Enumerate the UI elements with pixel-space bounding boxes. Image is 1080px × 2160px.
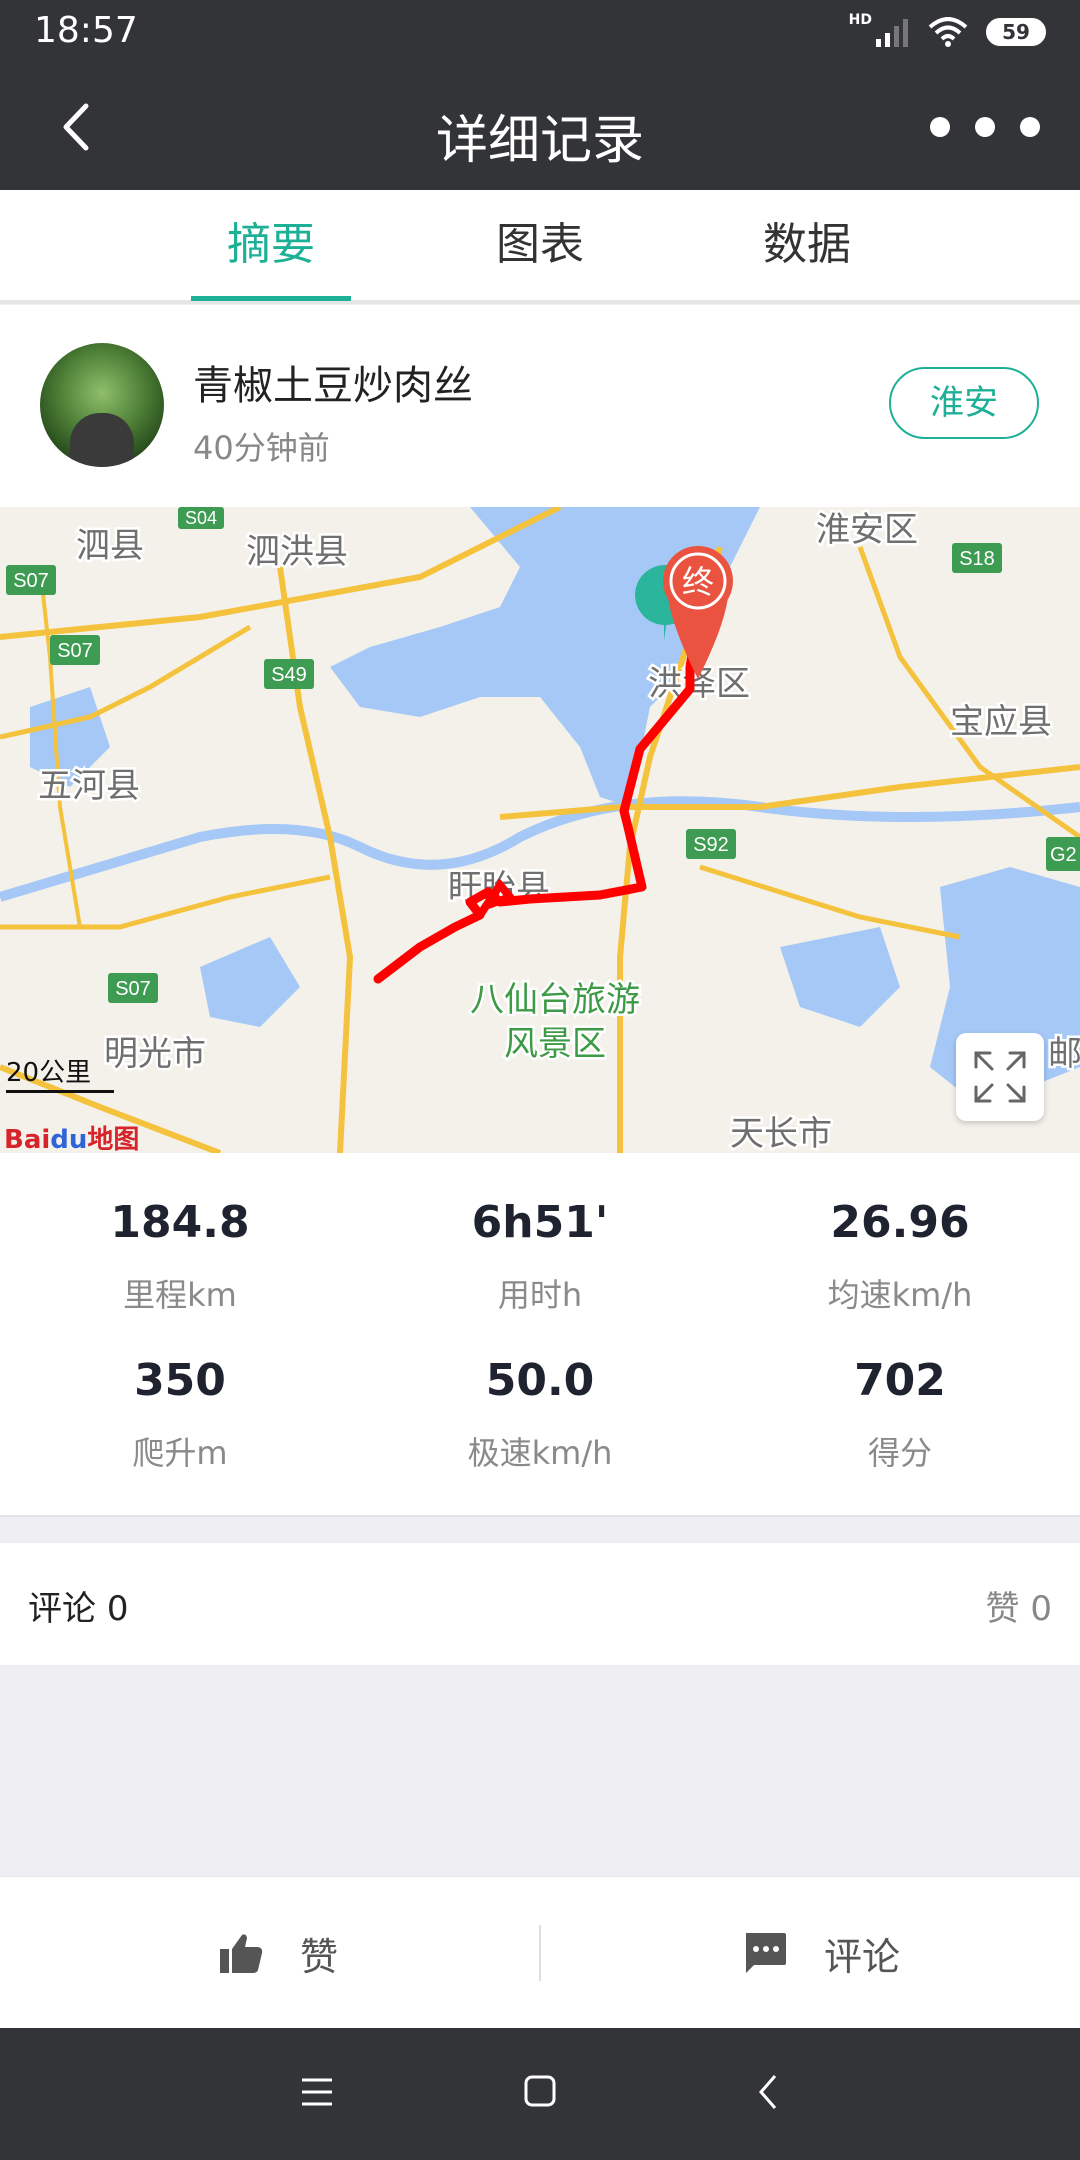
map-canvas: S04 S07 S07 S49 S18 S92 S07 G2 泗县 泗洪县 淮安… <box>0 507 1080 1153</box>
stat-value: 184.8 <box>110 1197 250 1248</box>
comment-button[interactable]: 评论 <box>742 1925 900 1981</box>
stat-value: 50.0 <box>485 1355 595 1406</box>
map-scale: 20公里 <box>6 1058 92 1088</box>
map-label-scenic: 风景区 <box>504 1024 606 1064</box>
like-button[interactable]: 赞 <box>218 1925 338 1981</box>
tab-bar: 摘要 图表 数据 <box>0 190 1080 304</box>
stat-max-speed: 50.0 极速km/h <box>360 1355 720 1474</box>
map-label-mingguang: 明光市 <box>104 1034 206 1074</box>
svg-text:G2: G2 <box>1050 844 1077 866</box>
stat-label: 极速km/h <box>467 1434 613 1472</box>
battery-icon: 59 <box>986 18 1046 46</box>
home-icon[interactable] <box>523 2074 557 2108</box>
stat-duration: 6h51' 用时h <box>360 1197 720 1316</box>
stat-label: 爬升m <box>132 1434 228 1472</box>
road-badge-s07-north: S07 <box>6 565 56 595</box>
comment-count[interactable]: 评论 0 <box>28 1581 128 1630</box>
status-time: 18:57 <box>34 10 138 51</box>
username[interactable]: 青椒土豆炒肉丝 <box>193 353 473 411</box>
road-badge-s92: S92 <box>686 829 736 859</box>
stat-value: 702 <box>854 1355 946 1406</box>
tab-summary[interactable]: 摘要 <box>191 190 351 300</box>
svg-text:S07: S07 <box>115 978 151 1000</box>
stat-value: 350 <box>134 1355 226 1406</box>
signal-icon <box>876 19 908 47</box>
expand-map-button[interactable] <box>956 1033 1044 1121</box>
map-label-huaian: 淮安区 <box>816 510 918 550</box>
map-scale-bar <box>6 1090 114 1093</box>
more-options-icon[interactable] <box>930 112 1040 142</box>
title-bar: 详细记录 <box>0 64 1080 190</box>
tab-charts[interactable]: 图表 <box>460 190 620 300</box>
avatar[interactable] <box>40 343 164 467</box>
lake-west <box>200 937 300 1027</box>
action-divider <box>539 1925 541 1981</box>
stat-label: 里程km <box>123 1276 237 1314</box>
map-label-sihong: 泗洪县 <box>246 532 348 572</box>
map-label-sixian: 泗县 <box>76 526 144 566</box>
road-2 <box>277 566 354 1153</box>
like-count[interactable]: 赞 0 <box>986 1581 1052 1630</box>
active-tab-indicator <box>191 296 351 301</box>
map-label-tianchang: 天长市 <box>730 1114 832 1153</box>
wifi-icon <box>928 17 968 47</box>
comment-icon <box>746 1933 786 1973</box>
system-nav-bar <box>0 2028 1080 2160</box>
road-badge-s04: S04 <box>178 507 224 529</box>
stat-distance: 184.8 里程km <box>0 1197 360 1316</box>
svg-text:终: 终 <box>682 563 714 601</box>
menu-icon[interactable] <box>300 2076 334 2108</box>
comments-summary: 评论 0 赞 0 <box>0 1543 1080 1665</box>
svg-text:S18: S18 <box>959 548 995 570</box>
stat-value: 6h51' <box>471 1197 609 1248</box>
svg-text:S92: S92 <box>693 834 729 856</box>
map-label-baoying: 宝应县 <box>950 702 1052 742</box>
status-icons: HD 59 <box>849 12 1046 52</box>
time-ago: 40分钟前 <box>193 429 330 467</box>
page-title: 详细记录 <box>435 111 644 171</box>
stat-score: 702 得分 <box>720 1355 1080 1474</box>
stat-label: 用时h <box>497 1276 583 1314</box>
svg-text:S49: S49 <box>271 664 307 686</box>
map-label-edge: 邮 <box>1048 1034 1080 1074</box>
baidu-logo: Baidu地图 <box>4 1125 140 1153</box>
road-badge-s07-south: S07 <box>108 973 158 1003</box>
svg-text:S07: S07 <box>13 570 49 592</box>
road-8 <box>857 546 1080 840</box>
status-bar: 18:57 HD 59 <box>0 0 1080 64</box>
road-9 <box>699 864 961 940</box>
map-label-baxiantai: 八仙台旅游 <box>470 980 640 1020</box>
nav-back-icon[interactable] <box>755 2072 781 2112</box>
route-map[interactable]: S04 S07 S07 S49 S18 S92 S07 G2 泗县 泗洪县 淮安… <box>0 507 1080 1153</box>
stat-label: 得分 <box>867 1434 932 1472</box>
stat-value: 26.96 <box>830 1197 970 1248</box>
location-button[interactable]: 淮安 <box>889 367 1039 439</box>
user-row: 青椒土豆炒肉丝 40分钟前 淮安 <box>0 305 1080 507</box>
road-badge-s07-mid: S07 <box>50 635 100 665</box>
stats-panel: 184.8 里程km 6h51' 用时h 26.96 均速km/h 350 爬升… <box>0 1153 1080 1517</box>
road-badge-g2: G2 <box>1046 837 1080 871</box>
tab-data[interactable]: 数据 <box>727 190 887 300</box>
stat-climb: 350 爬升m <box>0 1355 360 1474</box>
expand-icon <box>974 1051 1026 1103</box>
road-badge-s18: S18 <box>952 543 1002 573</box>
thumbs-up-icon <box>220 1934 263 1973</box>
map-label-wuhe: 五河县 <box>38 766 140 806</box>
road-badge-s49: S49 <box>264 659 314 689</box>
like-label: 赞 <box>300 1934 339 1979</box>
action-bar: 赞 评论 <box>0 1876 1080 2029</box>
network-type: HD <box>848 12 872 28</box>
svg-text:S07: S07 <box>57 640 93 662</box>
stat-label: 均速km/h <box>827 1276 973 1314</box>
svg-text:S04: S04 <box>185 508 217 528</box>
lake-south <box>780 927 900 1027</box>
stat-avg-speed: 26.96 均速km/h <box>720 1197 1080 1316</box>
comment-label: 评论 <box>824 1934 901 1979</box>
